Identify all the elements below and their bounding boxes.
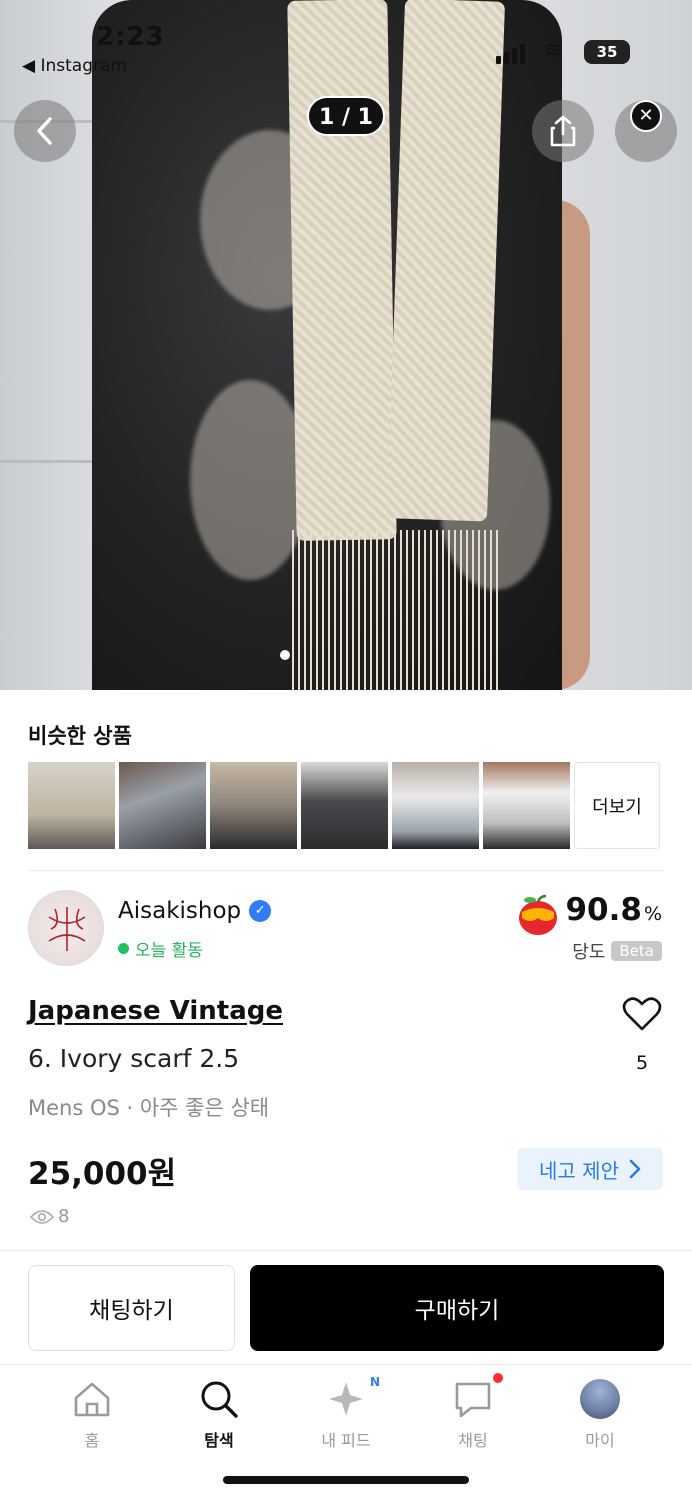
divider <box>28 870 664 871</box>
seller-activity: 오늘 활동 <box>118 936 203 961</box>
sparkle-icon <box>329 1382 363 1416</box>
seller-score-caption: 당도 Beta <box>572 938 662 964</box>
back-to-app-link[interactable]: ◀ Instagram <box>22 56 127 76</box>
beta-badge: Beta <box>611 941 662 961</box>
buy-button[interactable]: 구매하기 <box>250 1265 664 1351</box>
tab-my-label: 마이 <box>585 1431 615 1450</box>
unread-dot <box>493 1373 503 1383</box>
heart-icon <box>622 997 662 1031</box>
item-meta: Mens OS · 아주 좋은 상태 <box>28 1096 270 1120</box>
scarf-fringe <box>292 530 502 690</box>
similar-more-button[interactable]: 더보기 <box>574 762 660 849</box>
tab-chat[interactable]: 채팅 <box>428 1373 518 1451</box>
sweetness-apple-icon <box>519 894 557 935</box>
seller-name: Aisakishop <box>118 898 242 924</box>
divider <box>0 1250 692 1251</box>
eye-icon <box>30 1209 54 1224</box>
tab-search[interactable]: 탐색 <box>174 1379 264 1451</box>
view-count: 8 <box>30 1206 69 1227</box>
home-icon <box>74 1382 110 1417</box>
seller-logo <box>48 907 86 951</box>
profile-avatar <box>580 1379 620 1419</box>
tab-my-feed-label: 내 피드 <box>321 1431 371 1450</box>
similar-product-thumbnail[interactable] <box>28 762 115 849</box>
brand-link[interactable]: Japanese Vintage <box>28 996 283 1026</box>
chat-button[interactable]: 채팅하기 <box>28 1265 235 1351</box>
close-icon[interactable]: ✕ <box>630 100 662 132</box>
seller-name-row[interactable]: Aisakishop ✓ <box>118 898 272 924</box>
signal-icon <box>496 44 525 64</box>
online-dot-icon <box>118 943 129 954</box>
chevron-left-icon <box>37 117 52 145</box>
search-icon <box>201 1381 238 1418</box>
new-badge: N <box>369 1375 380 1389</box>
item-title: 6. Ivory scarf 2.5 <box>28 1044 240 1073</box>
similar-products-row: 더보기 <box>28 762 660 849</box>
verified-badge-icon: ✓ <box>249 900 272 922</box>
similar-products-title: 비슷한 상품 <box>28 724 132 748</box>
status-time: 2:23 <box>96 22 165 52</box>
offer-label: 네고 제안 <box>539 1158 619 1183</box>
seller-avatar[interactable] <box>28 890 104 966</box>
wifi-icon: ≋ <box>544 38 563 63</box>
tab-home-label: 홈 <box>84 1431 100 1450</box>
seller-score-value: 90.8 <box>565 892 642 928</box>
similar-product-thumbnail[interactable] <box>392 762 479 849</box>
tab-my-feed[interactable]: N 내 피드 <box>301 1375 391 1451</box>
similar-product-thumbnail[interactable] <box>210 762 297 849</box>
similar-product-thumbnail[interactable] <box>483 762 570 849</box>
similar-product-thumbnail[interactable] <box>301 762 388 849</box>
status-bar: 2:23 ◀ Instagram ≋ 35 <box>0 0 692 90</box>
tab-home[interactable]: 홈 <box>47 1379 137 1451</box>
battery-indicator: 35 <box>584 40 630 64</box>
gallery-dot-indicator <box>280 650 290 660</box>
chevron-right-icon <box>629 1159 641 1179</box>
item-price: 25,000원 <box>28 1156 177 1192</box>
home-indicator <box>223 1476 469 1484</box>
seller-score-unit: % <box>643 903 662 925</box>
similar-product-thumbnail[interactable] <box>119 762 206 849</box>
seller-score[interactable]: 90.8 % <box>565 892 662 928</box>
tab-my[interactable]: 마이 <box>555 1379 645 1451</box>
tab-chat-label: 채팅 <box>458 1431 488 1450</box>
like-count: 5 <box>636 1052 649 1074</box>
back-button[interactable] <box>14 100 76 162</box>
offer-button[interactable]: 네고 제안 <box>517 1148 663 1190</box>
share-icon <box>550 115 576 147</box>
view-count-value: 8 <box>58 1206 70 1227</box>
image-counter: 1 / 1 <box>307 96 385 136</box>
chat-icon <box>455 1382 491 1418</box>
like-button[interactable] <box>622 996 662 1036</box>
tab-search-label: 탐색 <box>204 1431 234 1450</box>
seller-activity-label: 오늘 활동 <box>135 941 203 961</box>
score-label: 당도 <box>572 942 606 963</box>
share-button[interactable] <box>532 100 594 162</box>
